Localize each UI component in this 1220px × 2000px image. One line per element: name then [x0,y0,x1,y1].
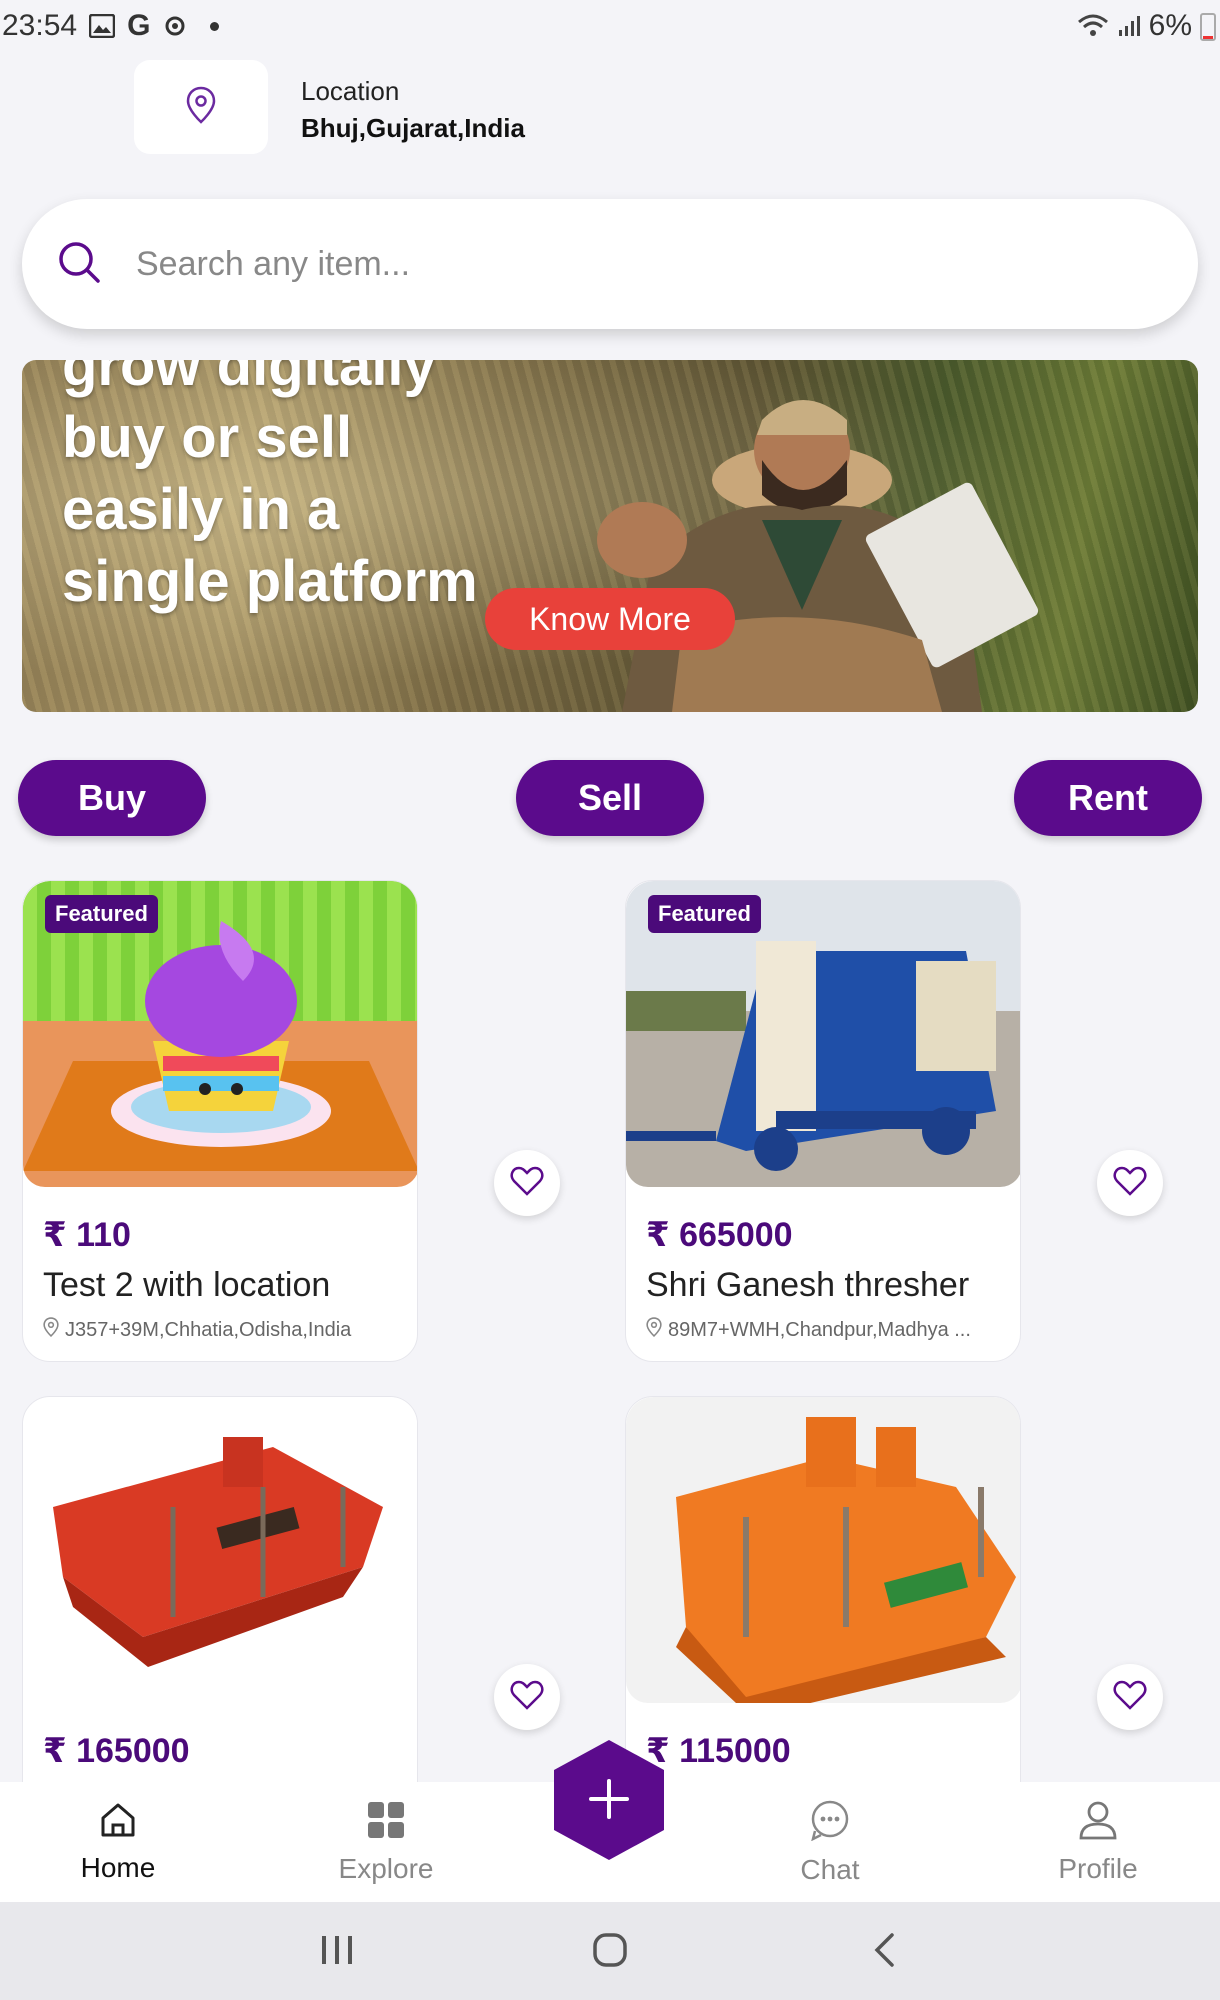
favorite-button[interactable] [1097,1664,1163,1730]
notification-dot-icon [210,21,220,31]
product-image [626,1397,1020,1703]
product-price: ₹ 665000 [646,1216,793,1254]
sell-button[interactable]: Sell [516,760,704,836]
search-input[interactable] [136,244,1036,284]
gallery-icon [89,14,116,38]
nav-home[interactable]: Home [18,1782,218,1902]
product-card[interactable]: ₹ 165000 [22,1396,418,1816]
search-icon [56,239,102,290]
rent-button[interactable]: Rent [1014,760,1202,836]
nav-explore-label: Explore [338,1852,434,1884]
banner-title: grow digitally buy or sell easily in a s… [62,360,478,614]
back-icon[interactable] [872,1932,896,1973]
grid-icon [366,1800,406,1847]
signal-icon [1117,14,1141,38]
location-info[interactable]: Location Bhuj,Gujarat,India [301,76,525,144]
nav-profile[interactable]: Profile [998,1782,1198,1902]
battery-percent: 6% [1148,9,1192,42]
product-location: 89M7+WMH,Chandpur,Madhya ... [646,1317,971,1343]
heart-icon [510,1680,544,1715]
favorite-button[interactable] [494,1664,560,1730]
product-price: ₹ 165000 [43,1732,190,1770]
favorite-button[interactable] [1097,1150,1163,1216]
status-bar: 23:54 G 6% [0,0,1220,52]
product-card[interactable]: Featured ₹ 665000 Shri Ganesh thresher 8… [625,880,1021,1362]
system-navigation-bar [0,1902,1220,2000]
location-pin-icon [646,1317,662,1343]
home-icon [99,1801,137,1846]
wifi-icon [1077,14,1109,38]
home-system-icon[interactable] [592,1932,628,1973]
location-pin-button[interactable] [134,60,268,154]
favorite-button[interactable] [494,1150,560,1216]
product-price: ₹ 115000 [646,1732,791,1770]
product-location-text: 89M7+WMH,Chandpur,Madhya ... [668,1318,971,1341]
nav-chat[interactable]: Chat [730,1782,930,1902]
google-icon: G [127,9,151,42]
profile-icon [1078,1800,1118,1847]
know-more-button[interactable]: Know More [485,588,735,650]
location-pin-icon [43,1317,59,1343]
search-bar[interactable] [22,199,1198,329]
location-label: Location [301,76,400,106]
nav-home-label: Home [80,1851,156,1883]
chat-icon [809,1799,851,1848]
recent-apps-icon[interactable] [320,1932,354,1973]
product-image [23,1397,417,1703]
product-price: ₹ 110 [43,1216,131,1254]
plus-icon [587,1777,631,1824]
product-location-text: J357+39M,Chhatia,Odisha,India [65,1318,352,1341]
heart-icon [510,1166,544,1201]
location-pin-icon [186,86,216,129]
nav-profile-label: Profile [1058,1852,1138,1884]
product-location: J357+39M,Chhatia,Odisha,India [43,1317,351,1343]
product-title: Shri Ganesh thresher [646,1266,970,1304]
nav-chat-label: Chat [800,1853,860,1885]
buy-button[interactable]: Buy [18,760,206,836]
settings-icon [162,13,188,39]
nav-explore[interactable]: Explore [286,1782,486,1902]
location-value: Bhuj,Gujarat,India [301,113,525,143]
featured-badge: Featured [45,895,158,933]
product-title: Test 2 with location [43,1266,331,1304]
heart-icon [1113,1680,1147,1715]
battery-icon [1200,11,1216,41]
heart-icon [1113,1166,1147,1201]
promo-banner[interactable]: grow digitally buy or sell easily in a s… [22,360,1198,712]
featured-badge: Featured [648,895,761,933]
status-time: 23:54 [2,9,78,42]
product-card[interactable]: Featured ₹ 110 Test 2 with location J357… [22,880,418,1362]
product-card[interactable]: ₹ 115000 [625,1396,1021,1816]
